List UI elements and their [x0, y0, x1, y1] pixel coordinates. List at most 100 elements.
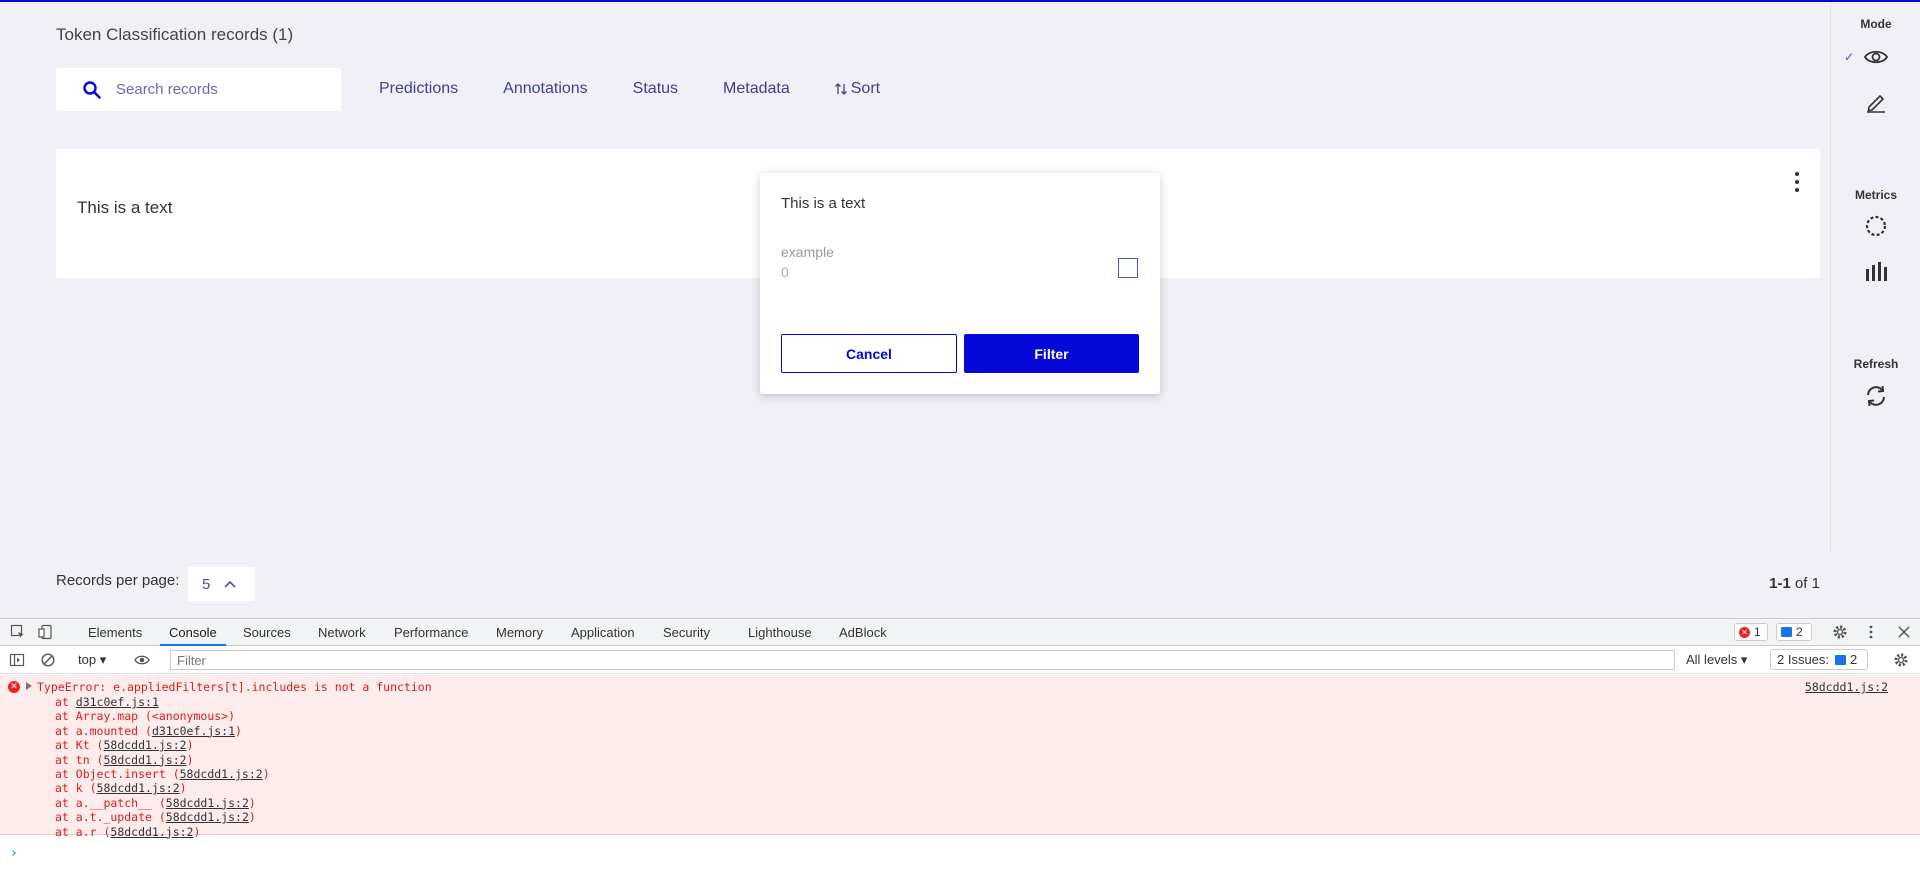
records-per-page-select[interactable]: 5 [188, 567, 255, 601]
clear-console-icon[interactable] [40, 652, 56, 668]
stack-line: at d31c0ef.js:1 [55, 695, 159, 709]
message-icon [1835, 654, 1847, 665]
pencil-icon[interactable] [1862, 88, 1890, 116]
search-input[interactable] [116, 81, 316, 98]
console-error-message: ✕ TypeError: e.appliedFilters[t].include… [0, 675, 1920, 839]
console-toolbar: top ▾ Filter All levels ▾ 2 Issues: 2 [0, 646, 1920, 674]
stack-source-link[interactable]: 58dcdd1.js:2 [103, 738, 186, 752]
tab-application[interactable]: Application [571, 625, 635, 640]
eye-icon[interactable] [134, 652, 150, 668]
stack-line: at tn (58dcdd1.js:2) [55, 752, 194, 767]
tab-network[interactable]: Network [318, 625, 366, 640]
records-per-page-value: 5 [202, 575, 211, 593]
more-options-icon[interactable] [1794, 172, 1800, 192]
error-count-badge[interactable]: ✕ 1 [1734, 623, 1768, 641]
sort-icon [834, 83, 847, 95]
error-icon: ✕ [1739, 626, 1750, 638]
filter-predictions[interactable]: Predictions [379, 80, 458, 98]
refresh-label: Refresh [1853, 357, 1899, 371]
context-select[interactable]: top ▾ [78, 652, 106, 668]
tab-elements[interactable]: Elements [88, 625, 142, 640]
stack-line: at Object.insert (58dcdd1.js:2) [55, 767, 270, 782]
gear-icon[interactable] [1832, 624, 1848, 640]
record-text: This is a text [77, 198, 173, 217]
eye-icon[interactable] [1862, 43, 1890, 71]
chevron-up-icon [224, 580, 236, 588]
option-checkbox[interactable] [1118, 258, 1138, 278]
error-count: 1 [1754, 625, 1761, 639]
page-info: 1-1 of 1 [1769, 575, 1820, 592]
tab-sources[interactable]: Sources [243, 625, 291, 640]
error-source-link[interactable]: 58dcdd1.js:2 [1805, 680, 1888, 694]
issues-label: 2 Issues: [1777, 652, 1830, 667]
sort-button[interactable]: Sort [834, 80, 880, 98]
main-area: Token Classification records (1) Predict… [0, 2, 1830, 552]
devtools-panel: Elements Console Sources Network Perform… [0, 618, 1920, 885]
sort-label: Sort [850, 80, 881, 97]
right-sidebar: Mode ✓ Metrics Refresh [1830, 2, 1920, 552]
issues-count: 2 [1850, 652, 1858, 667]
error-icon: ✕ [8, 681, 20, 693]
stack-source-link[interactable]: 58dcdd1.js:2 [166, 810, 249, 824]
stack-source-link[interactable]: 58dcdd1.js:2 [97, 781, 180, 795]
more-vert-icon[interactable] [1863, 624, 1879, 640]
records-per-page-label: Records per page: [56, 572, 180, 589]
filter-metadata[interactable]: Metadata [723, 80, 790, 98]
stack-line: at a.t._update (58dcdd1.js:2) [55, 810, 256, 825]
search-box[interactable] [56, 68, 341, 111]
message-icon [1781, 627, 1792, 637]
stack-line: at Kt (58dcdd1.js:2) [55, 738, 194, 753]
issues-button[interactable]: 2 Issues: 2 [1770, 649, 1868, 670]
filter-annotations[interactable]: Annotations [503, 80, 588, 98]
popup-title: This is a text [781, 195, 866, 212]
device-toggle-icon[interactable] [38, 624, 54, 640]
tab-console[interactable]: Console [160, 625, 226, 646]
filter-bar: Predictions Annotations Status Metadata … [379, 80, 925, 98]
tab-lighthouse[interactable]: Lighthouse [748, 625, 812, 640]
mode-label: Mode [1860, 17, 1892, 31]
tab-adblock[interactable]: AdBlock [839, 625, 887, 640]
log-levels-select[interactable]: All levels ▾ [1686, 652, 1747, 668]
stack-line: at Array.map (<anonymous>) [55, 709, 236, 724]
tab-memory[interactable]: Memory [496, 625, 543, 640]
message-count-badge[interactable]: 2 [1776, 623, 1812, 641]
stack-source-link[interactable]: 58dcdd1.js:2 [180, 767, 263, 781]
stack-source-link[interactable]: 58dcdd1.js:2 [103, 753, 186, 767]
check-icon: ✓ [1844, 50, 1855, 64]
tab-security[interactable]: Security [663, 625, 710, 640]
devtools-tab-bar: Elements Console Sources Network Perform… [0, 619, 1920, 646]
search-icon [83, 80, 101, 99]
stack-line: at a.r (58dcdd1.js:2) [55, 824, 201, 839]
option-count: 0 [781, 264, 789, 280]
stack-trace: at d31c0ef.js:1 at Array.map (<anonymous>… [55, 695, 270, 839]
cancel-button[interactable]: Cancel [781, 334, 957, 373]
stack-source-link[interactable]: d31c0ef.js:1 [152, 724, 235, 738]
expand-triangle-icon[interactable] [26, 682, 32, 690]
sidebar-toggle-icon[interactable] [9, 652, 25, 668]
tab-performance[interactable]: Performance [394, 625, 468, 640]
filter-button[interactable]: Filter [964, 334, 1139, 373]
close-icon[interactable] [1896, 624, 1912, 640]
filter-popup: This is a text example 0 Cancel Filter [760, 173, 1160, 394]
metrics-label: Metrics [1854, 188, 1898, 202]
stack-line: at k (58dcdd1.js:2) [55, 781, 187, 796]
inspect-icon[interactable] [10, 624, 26, 640]
console-settings-icon[interactable] [1893, 652, 1909, 668]
refresh-icon[interactable] [1862, 382, 1890, 410]
option-label: example [781, 244, 834, 260]
console-prompt-icon[interactable]: › [10, 846, 18, 861]
stack-source-link[interactable]: d31c0ef.js:1 [76, 695, 159, 709]
stack-source-link[interactable]: 58dcdd1.js:2 [166, 796, 249, 810]
filter-status[interactable]: Status [633, 80, 678, 98]
error-text: TypeError: e.appliedFilters[t].includes … [37, 680, 432, 694]
stack-line: at a.__patch__ (58dcdd1.js:2) [55, 795, 256, 810]
stack-source-link[interactable]: 58dcdd1.js:2 [110, 825, 193, 839]
log-levels-value: All levels [1686, 652, 1738, 667]
pagination-bar: Records per page: 5 1-1 of 1 [0, 552, 1920, 618]
stack-line: at a.mounted (d31c0ef.js:1) [55, 723, 242, 738]
console-filter-input[interactable]: Filter [170, 650, 1675, 670]
bar-chart-icon[interactable] [1862, 257, 1890, 285]
progress-icon[interactable] [1862, 212, 1890, 240]
page-title: Token Classification records (1) [56, 25, 294, 44]
page-total: of 1 [1794, 575, 1820, 592]
